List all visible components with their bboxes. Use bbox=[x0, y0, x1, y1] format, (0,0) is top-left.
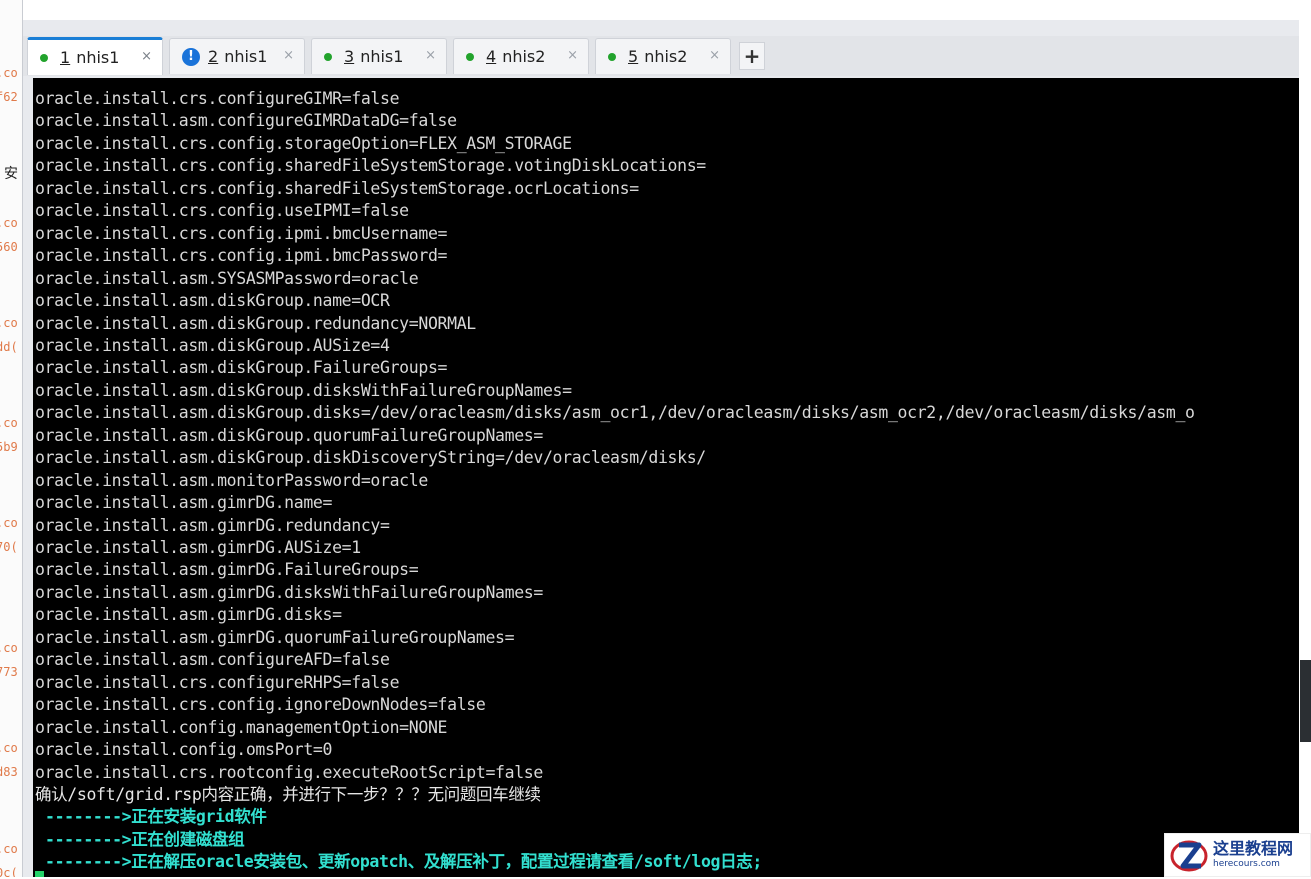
tab-label: nhis1 bbox=[224, 47, 268, 66]
terminal-line: oracle.install.asm.diskGroup.name=OCR bbox=[35, 291, 390, 311]
background-text-fragment: 5b9 bbox=[0, 440, 18, 454]
tab-label: nhis2 bbox=[502, 47, 546, 66]
terminal-line: oracle.install.asm.SYSASMPassword=oracle bbox=[35, 268, 419, 288]
new-tab-button[interactable]: + bbox=[739, 42, 765, 70]
tab-label: nhis1 bbox=[360, 47, 404, 66]
close-tab-icon[interactable]: × bbox=[141, 49, 152, 64]
background-text-fragment: f62 bbox=[0, 90, 18, 104]
background-page-strip: .co f62 安 .co 560 .co dd( .co 5b9 .co 70( .co 773 .co… bbox=[0, 0, 22, 877]
session-tab-strip: 1 nhis1 ×! 2 nhis1 × 3 nhis1 × 4 nhis2 × 5 nhis2 × + bbox=[23, 36, 1300, 76]
background-text-fragment: .co bbox=[0, 66, 18, 80]
tab-number: 5 bbox=[628, 47, 639, 66]
terminal-line: oracle.install.asm.diskGroup.disksWithFa… bbox=[35, 380, 572, 400]
session-tab-5[interactable]: 5 nhis2 × bbox=[595, 38, 731, 74]
tab-number: 2 bbox=[208, 47, 219, 66]
terminal-line: oracle.install.asm.diskGroup.quorumFailu… bbox=[35, 425, 543, 445]
terminal-line: oracle.install.asm.gimrDG.disksWithFailu… bbox=[35, 582, 543, 602]
terminal-line: oracle.install.crs.config.ipmi.bmcUserna… bbox=[35, 223, 448, 243]
terminal-line: oracle.install.crs.config.storageOption=… bbox=[35, 133, 572, 153]
background-text-fragment: dd( bbox=[0, 340, 18, 354]
background-text-fragment: 0c( bbox=[0, 866, 18, 877]
background-text-fragment: d83 bbox=[0, 765, 18, 779]
tab-number: 4 bbox=[486, 47, 497, 66]
background-text-fragment: .co bbox=[0, 741, 18, 755]
session-tab-3[interactable]: 3 nhis1 × bbox=[311, 38, 447, 74]
connected-status-icon bbox=[40, 53, 48, 62]
terminal-line: oracle.install.crs.config.sharedFileSyst… bbox=[35, 178, 639, 198]
background-text-fragment: 70( bbox=[0, 540, 18, 554]
plus-icon: + bbox=[743, 44, 761, 68]
terminal-line: oracle.install.asm.diskGroup.redundancy=… bbox=[35, 313, 476, 333]
terminal-progress-line: -------->正在安装grid软件 bbox=[45, 807, 267, 827]
background-text-fragment: .co bbox=[0, 516, 18, 530]
session-tab-2[interactable]: ! 2 nhis1 × bbox=[169, 38, 305, 74]
background-text-fragment: 安 bbox=[4, 166, 18, 182]
connected-status-icon bbox=[608, 52, 616, 61]
watermark-title: 这里教程网 bbox=[1213, 839, 1294, 858]
tab-label: nhis2 bbox=[644, 47, 688, 66]
connected-status-icon bbox=[324, 52, 332, 61]
close-tab-icon[interactable]: × bbox=[283, 48, 294, 63]
background-text-fragment: .co bbox=[0, 641, 18, 655]
close-tab-icon[interactable]: × bbox=[709, 48, 720, 63]
terminal-line: oracle.install.crs.config.ignoreDownNode… bbox=[35, 695, 486, 715]
terminal-line: oracle.install.asm.diskGroup.disks=/dev/… bbox=[35, 403, 1195, 423]
terminal-line: oracle.install.asm.configureAFD=false bbox=[35, 650, 390, 670]
tab-number: 3 bbox=[344, 47, 355, 66]
terminal-line: oracle.install.asm.gimrDG.FailureGroups= bbox=[35, 560, 419, 580]
background-text-fragment: .co bbox=[0, 316, 18, 330]
terminal-line: oracle.install.asm.diskGroup.FailureGrou… bbox=[35, 358, 448, 378]
terminal-line: oracle.install.asm.diskGroup.AUSize=4 bbox=[35, 335, 390, 355]
terminal-line: oracle.install.asm.gimrDG.name= bbox=[35, 493, 333, 513]
terminal-line: oracle.install.asm.monitorPassword=oracl… bbox=[35, 470, 428, 490]
terminal-line: oracle.install.crs.config.useIPMI=false bbox=[35, 201, 409, 221]
terminal-progress-line: -------->正在解压oracle安装包、更新opatch、及解压补丁，配置… bbox=[45, 852, 762, 872]
terminal-line: oracle.install.config.managementOption=N… bbox=[35, 717, 448, 737]
app-top-bar bbox=[23, 0, 1300, 20]
terminal-line: oracle.install.crs.configureRHPS=false bbox=[35, 672, 400, 692]
background-text-fragment: .co bbox=[0, 216, 18, 230]
background-text-fragment: .co bbox=[0, 842, 18, 856]
background-text-fragment: 773 bbox=[0, 665, 18, 679]
terminal-line: oracle.install.crs.config.ipmi.bmcPasswo… bbox=[35, 246, 448, 266]
terminal-line: oracle.install.config.omsPort=0 bbox=[35, 740, 333, 760]
watermark-url: herecours.com bbox=[1213, 859, 1280, 869]
terminal-line: oracle.install.asm.gimrDG.redundancy= bbox=[35, 515, 390, 535]
watermark-logo-icon bbox=[1169, 835, 1209, 875]
session-tab-4[interactable]: 4 nhis2 × bbox=[453, 38, 589, 74]
close-tab-icon[interactable]: × bbox=[425, 48, 436, 63]
terminal-line: oracle.install.crs.rootconfig.executeRoo… bbox=[35, 762, 543, 782]
site-watermark: 这里教程网 herecours.com bbox=[1164, 833, 1311, 877]
terminal-line: oracle.install.asm.diskGroup.diskDiscove… bbox=[35, 448, 706, 468]
right-edge-thumbnail bbox=[1300, 660, 1311, 742]
tab-number: 1 bbox=[60, 48, 71, 67]
terminal-prompt-line: 确认/soft/grid.rsp内容正确，并进行下一步？？？无问题回车继续 bbox=[35, 784, 541, 804]
terminal-line: oracle.install.asm.gimrDG.disks= bbox=[35, 605, 342, 625]
terminal-line: oracle.install.asm.gimrDG.AUSize=1 bbox=[35, 538, 361, 557]
right-edge-strip bbox=[1299, 0, 1311, 877]
terminal-line: oracle.install.asm.configureGIMRDataDG=f… bbox=[35, 111, 457, 131]
session-tab-1[interactable]: 1 nhis1 × bbox=[27, 37, 163, 75]
close-tab-icon[interactable]: × bbox=[567, 48, 578, 63]
terminal-line: oracle.install.crs.config.sharedFileSyst… bbox=[35, 156, 706, 176]
terminal-line: oracle.install.crs.configureGIMR=false bbox=[35, 89, 400, 108]
tab-label: nhis1 bbox=[76, 48, 120, 67]
terminal-progress-line: -------->正在创建磁盘组 bbox=[45, 829, 245, 849]
connected-status-icon bbox=[466, 52, 474, 61]
terminal-line: oracle.install.asm.gimrDG.quorumFailureG… bbox=[35, 627, 515, 647]
terminal-app-window: 1 nhis1 ×! 2 nhis1 × 3 nhis1 × 4 nhis2 × 5 nhis2 × + o… bbox=[22, 0, 1300, 877]
terminal-cursor bbox=[35, 871, 44, 877]
warning-icon: ! bbox=[182, 47, 200, 66]
background-text-fragment: .co bbox=[0, 416, 18, 430]
terminal-output[interactable]: oracle.install.crs.configureGIMR=false or… bbox=[33, 78, 1300, 877]
background-text-fragment: 560 bbox=[0, 240, 18, 254]
